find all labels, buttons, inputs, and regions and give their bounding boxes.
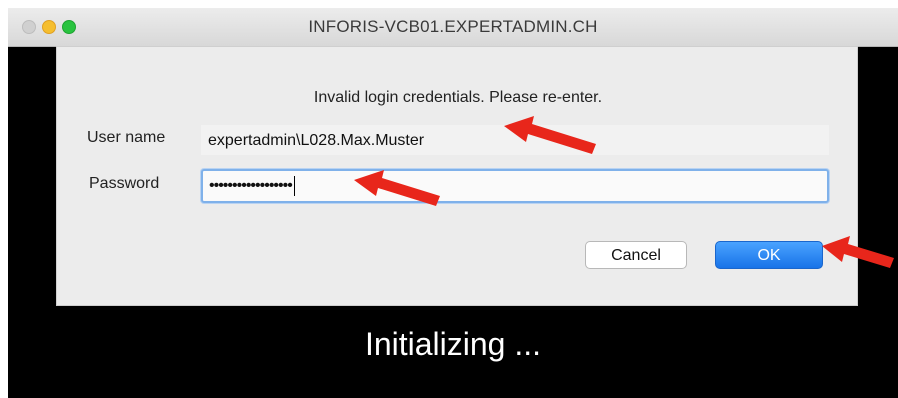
cancel-button[interactable]: Cancel (585, 241, 687, 269)
text-caret (293, 175, 295, 196)
username-label: User name (87, 129, 166, 146)
password-label: Password (89, 175, 160, 192)
annotation-arrow-icon (822, 236, 894, 268)
password-input[interactable]: •••••••••••••••••• (201, 169, 829, 203)
annotation-arrow-icon (504, 116, 596, 154)
annotation-arrow-icon (354, 170, 440, 206)
window-title: INFORIS-VCB01.EXPERTADMIN.CH (308, 17, 598, 36)
initializing-status: Initializing ... (364, 326, 542, 362)
password-masked-value: •••••••••••••••••• (209, 177, 293, 194)
ok-button[interactable]: OK (715, 241, 823, 269)
username-value: expertadmin\L028.Max.Muster (208, 132, 425, 149)
error-message: Invalid login credentials. Please re-ent… (313, 89, 603, 106)
login-dialog: Invalid login credentials. Please re-ent… (56, 46, 858, 306)
remote-app-window: INFORIS-VCB01.EXPERTADMIN.CH Invalid log… (8, 8, 898, 398)
title-bar[interactable]: INFORIS-VCB01.EXPERTADMIN.CH (8, 8, 898, 47)
